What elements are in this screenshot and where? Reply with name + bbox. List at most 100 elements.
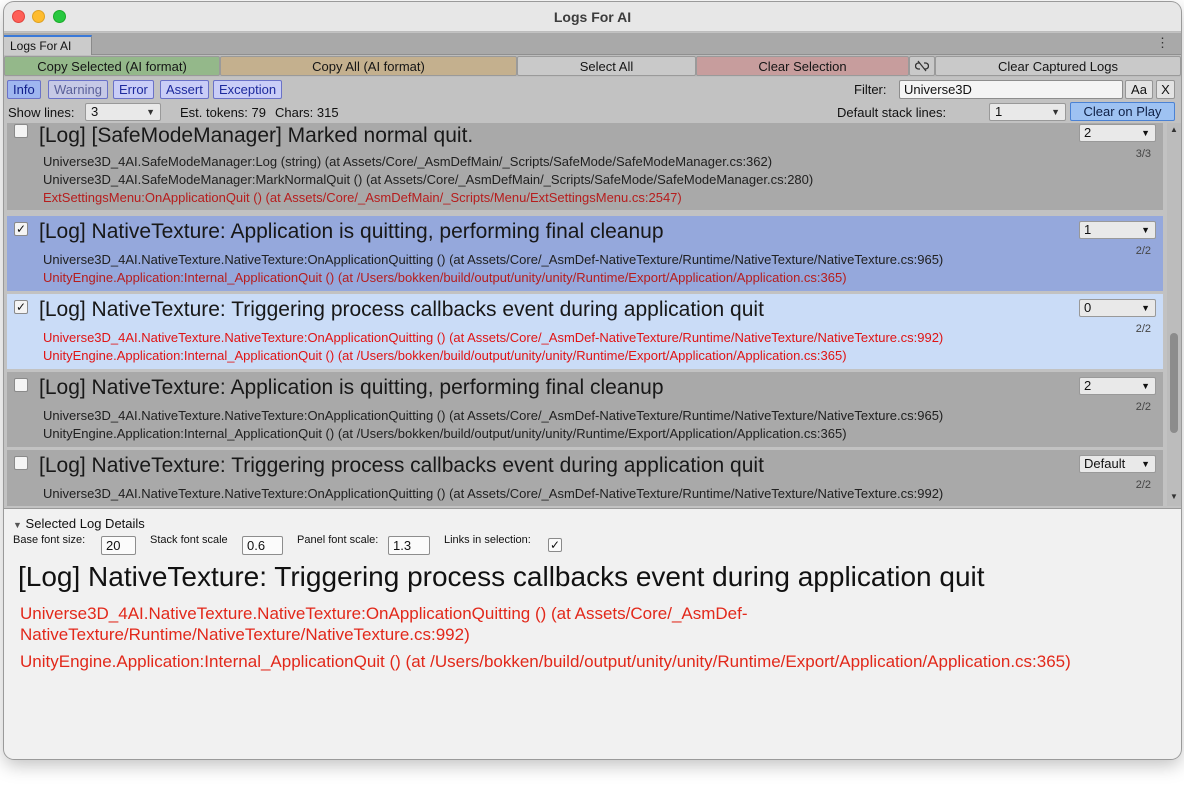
scroll-up-icon[interactable]: ▲: [1170, 125, 1178, 134]
stack-line[interactable]: ExtSettingsMenu:OnApplicationQuit () (at…: [43, 190, 682, 205]
triangle-down-icon: ▼: [13, 520, 22, 530]
stack-font-scale-label: Stack font scale: [150, 534, 228, 546]
tab-strip: Logs For AI ⋮: [4, 33, 1181, 55]
details-stack-line[interactable]: UnityEngine.Application:Internal_Applica…: [20, 651, 1160, 672]
log-list: [Log] [SafeModeManager] Marked normal qu…: [4, 123, 1167, 506]
log-entry[interactable]: ✓ [Log] NativeTexture: Application is qu…: [7, 216, 1163, 291]
stack-line[interactable]: Universe3D_4AI.SafeModeManager:Log (stri…: [43, 154, 772, 169]
log-lines-dropdown[interactable]: 2 ▼: [1079, 377, 1156, 395]
stack-line[interactable]: UnityEngine.Application:Internal_Applica…: [43, 270, 847, 285]
unlink-icon: [914, 60, 930, 72]
stack-line[interactable]: Universe3D_4AI.NativeTexture.NativeTextu…: [43, 408, 943, 423]
log-entry-checkbox[interactable]: ✓: [14, 222, 28, 236]
log-entry-title: [Log] NativeTexture: Application is quit…: [39, 376, 664, 399]
chevron-down-icon: ▼: [1141, 225, 1150, 235]
links-in-selection-checkbox[interactable]: ✓: [548, 538, 562, 552]
chevron-down-icon: ▼: [1141, 381, 1150, 391]
log-lines-dropdown[interactable]: 0 ▼: [1079, 299, 1156, 317]
chevron-down-icon: ▼: [146, 107, 155, 117]
details-stack-line[interactable]: Universe3D_4AI.NativeTexture.NativeTextu…: [20, 603, 1160, 645]
filter-input[interactable]: Universe3D: [899, 80, 1123, 99]
log-list-scrollbar[interactable]: ▲ ▼: [1167, 123, 1181, 506]
log-entry-checkbox[interactable]: [14, 456, 28, 470]
log-entry-count: 2/2: [1135, 401, 1151, 413]
stack-font-scale-field[interactable]: 0.6: [242, 536, 283, 555]
base-font-size-field[interactable]: 20: [101, 536, 136, 555]
log-entry-count: 2/2: [1135, 245, 1151, 257]
log-lines-dropdown[interactable]: Default ▼: [1079, 455, 1156, 473]
details-header: Selected Log Details: [25, 516, 145, 531]
stack-line[interactable]: Universe3D_4AI.NativeTexture.NativeTextu…: [43, 486, 943, 501]
panel-font-scale-field[interactable]: 1.3: [388, 536, 430, 555]
clear-selection-button[interactable]: Clear Selection: [696, 56, 909, 76]
clear-on-play-toggle[interactable]: Clear on Play: [1070, 102, 1175, 121]
action-toolbar: Copy Selected (AI format) Copy All (AI f…: [4, 55, 1181, 77]
selected-log-details-panel: ▼ Selected Log Details Base font size: 2…: [4, 508, 1181, 759]
window-title: Logs For AI: [553, 9, 632, 25]
show-lines-value: 3: [91, 104, 99, 119]
log-entry-title: [Log] NativeTexture: Triggering process …: [39, 454, 764, 477]
base-font-size-label: Base font size:: [13, 534, 86, 546]
token-estimate: Est. tokens: 79: [180, 105, 266, 120]
details-title: [Log] NativeTexture: Triggering process …: [18, 561, 985, 592]
clear-filter-button[interactable]: X: [1156, 80, 1175, 99]
log-entry-checkbox[interactable]: [14, 124, 28, 138]
chevron-down-icon: ▼: [1141, 303, 1150, 313]
log-lines-value: 2: [1084, 125, 1092, 140]
log-entry[interactable]: ✓ [Log] NativeTexture: Triggering proces…: [7, 294, 1163, 369]
log-entry-count: 2/2: [1135, 323, 1151, 335]
details-foldout[interactable]: ▼ Selected Log Details: [13, 516, 145, 531]
options-row: Show lines: 3 ▼ Est. tokens: 79 Chars: 3…: [4, 101, 1181, 123]
level-toggle-warning[interactable]: Warning: [48, 80, 108, 99]
log-entry-checkbox[interactable]: [14, 378, 28, 392]
unlink-button[interactable]: [909, 56, 935, 76]
log-lines-value: 0: [1084, 300, 1092, 315]
log-lines-value: 1: [1084, 222, 1092, 237]
match-case-button[interactable]: Aa: [1125, 80, 1153, 99]
log-lines-dropdown[interactable]: 1 ▼: [1079, 221, 1156, 239]
filter-label: Filter:: [854, 82, 887, 97]
scroll-thumb[interactable]: [1170, 333, 1178, 433]
log-entry[interactable]: [Log] NativeTexture: Triggering process …: [7, 450, 1163, 506]
show-lines-dropdown[interactable]: 3 ▼: [85, 103, 161, 121]
default-stack-lines-dropdown[interactable]: 1 ▼: [989, 103, 1066, 121]
scroll-down-icon[interactable]: ▼: [1170, 492, 1178, 501]
select-all-button[interactable]: Select All: [517, 56, 696, 76]
show-lines-label: Show lines:: [8, 105, 75, 120]
stack-line[interactable]: Universe3D_4AI.NativeTexture.NativeTextu…: [43, 252, 943, 267]
stack-line[interactable]: Universe3D_4AI.SafeModeManager:MarkNorma…: [43, 172, 813, 187]
stack-line[interactable]: UnityEngine.Application:Internal_Applica…: [43, 426, 847, 441]
log-entry-count: 3/3: [1135, 148, 1151, 160]
log-entry[interactable]: [Log] [SafeModeManager] Marked normal qu…: [7, 123, 1163, 210]
level-toggle-info[interactable]: Info: [7, 80, 41, 99]
level-toggle-error[interactable]: Error: [113, 80, 154, 99]
log-entry-title: [Log] NativeTexture: Application is quit…: [39, 220, 664, 243]
stack-line[interactable]: Universe3D_4AI.NativeTexture.NativeTextu…: [43, 330, 943, 345]
log-lines-value: Default: [1084, 456, 1126, 471]
level-toggle-exception[interactable]: Exception: [213, 80, 283, 99]
copy-selected-button[interactable]: Copy Selected (AI format): [4, 56, 220, 76]
chevron-down-icon: ▼: [1141, 459, 1150, 469]
log-lines-dropdown[interactable]: 2 ▼: [1079, 124, 1156, 142]
log-entry-count: 2/2: [1135, 479, 1151, 491]
title-bar: Logs For AI: [4, 2, 1181, 32]
char-count: Chars: 315: [275, 105, 339, 120]
chevron-down-icon: ▼: [1051, 107, 1060, 117]
chevron-down-icon: ▼: [1141, 128, 1150, 138]
default-stack-lines-label: Default stack lines:: [837, 105, 947, 120]
logs-window: Logs For AI Logs For AI ⋮ Copy Selected …: [4, 2, 1181, 759]
log-entry-title: [Log] NativeTexture: Triggering process …: [39, 298, 764, 321]
clear-captured-logs-button[interactable]: Clear Captured Logs: [935, 56, 1181, 76]
log-entry[interactable]: [Log] NativeTexture: Application is quit…: [7, 372, 1163, 447]
tab-logs-for-ai[interactable]: Logs For AI: [4, 35, 92, 55]
links-in-selection-label: Links in selection:: [444, 534, 531, 546]
stack-line[interactable]: UnityEngine.Application:Internal_Applica…: [43, 348, 847, 363]
level-toggle-assert[interactable]: Assert: [160, 80, 209, 99]
filter-row: Info Warning Error Assert Exception Filt…: [4, 79, 1181, 101]
log-entry-checkbox[interactable]: ✓: [14, 300, 28, 314]
kebab-menu-icon[interactable]: ⋮: [1156, 35, 1169, 51]
copy-all-button[interactable]: Copy All (AI format): [220, 56, 517, 76]
log-lines-value: 2: [1084, 378, 1092, 393]
panel-font-scale-label: Panel font scale:: [297, 534, 379, 546]
log-entry-title: [Log] [SafeModeManager] Marked normal qu…: [39, 124, 474, 147]
